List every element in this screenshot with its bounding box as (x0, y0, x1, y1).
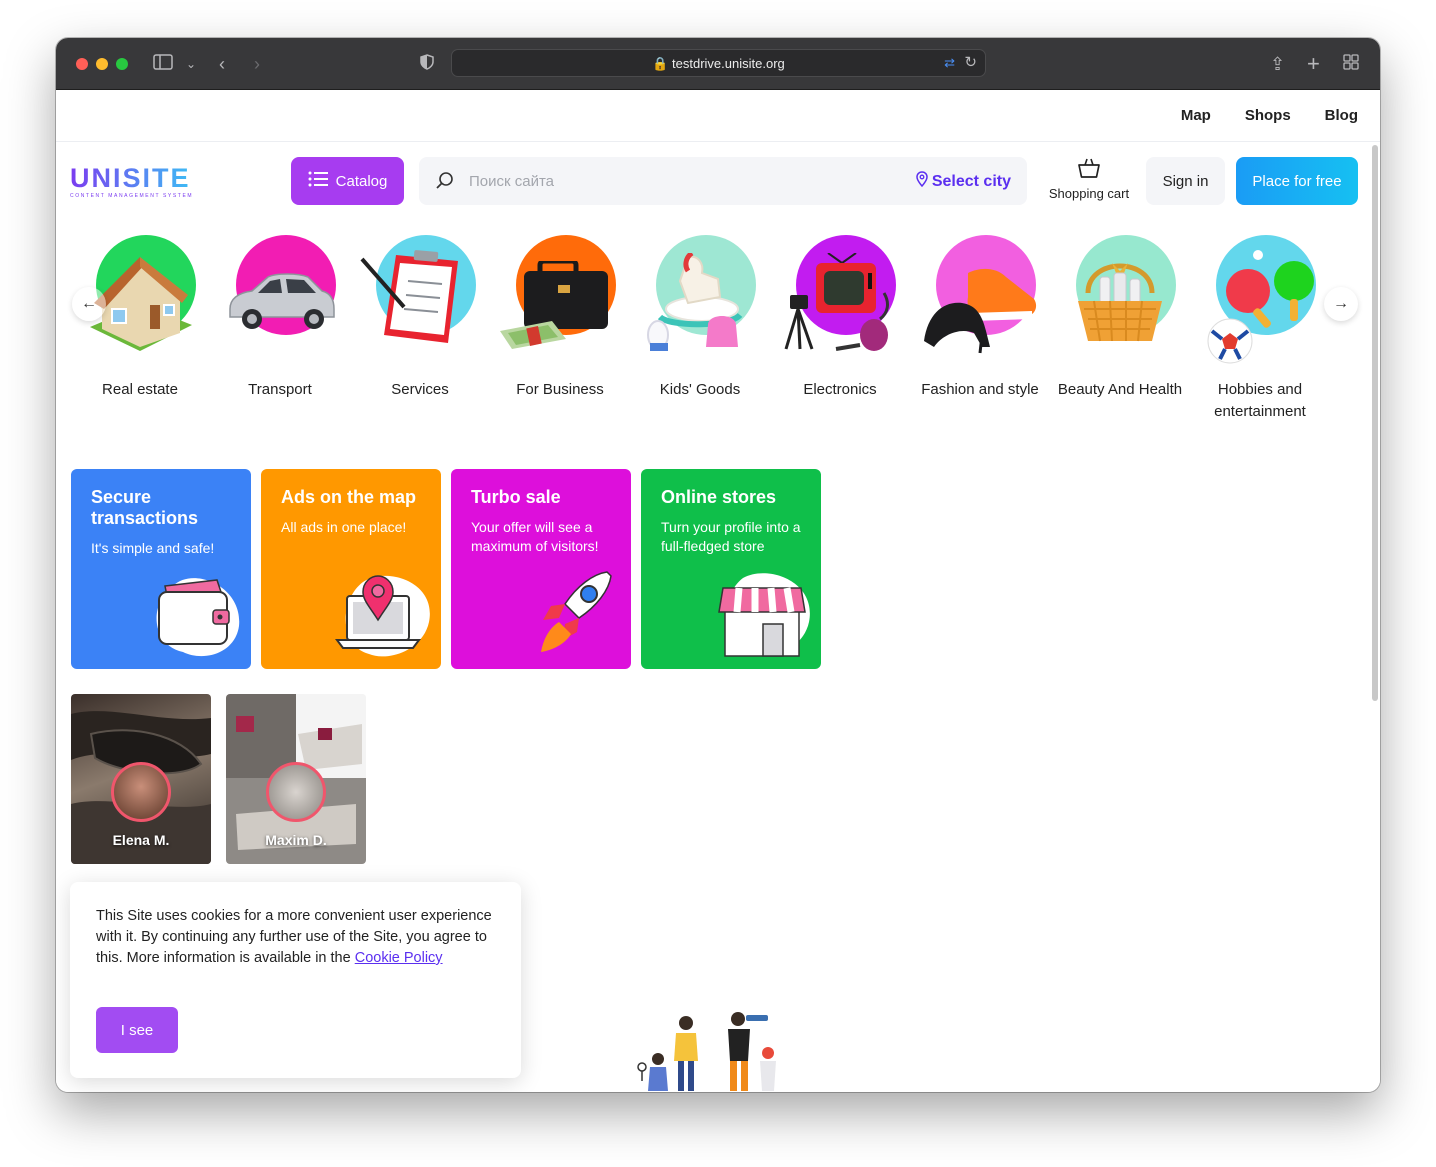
promo-subtitle: All ads in one place! (281, 519, 407, 535)
forward-icon[interactable]: › (254, 52, 260, 76)
laptop-map-pin-icon (335, 575, 430, 657)
promo-subtitle: It's simple and safe! (91, 540, 215, 556)
car-icon (220, 235, 340, 355)
category-label: Hobbies and entertainment (1214, 381, 1306, 420)
catalog-button[interactable]: Catalog (291, 157, 404, 205)
wallet-icon (156, 578, 240, 657)
shield-icon[interactable] (420, 52, 434, 76)
maximize-window-button[interactable] (116, 58, 128, 70)
cookie-accept-button[interactable]: I see (96, 1007, 178, 1053)
page: Map Shops Blog UNISITE CONTENT MANAGEMEN… (56, 91, 1380, 1092)
story-card[interactable]: Elena M. (71, 694, 211, 864)
new-tab-icon[interactable]: + (1307, 52, 1320, 76)
category-label: Transport (248, 381, 312, 398)
search-input[interactable] (469, 169, 889, 193)
shopping-basket-icon (1077, 158, 1101, 183)
clipboard-icon (360, 235, 480, 355)
browser-toolbar: ⌄ ‹ › 🔒 testdrive.unisite.org ⇄ ↻ ⇪ + (56, 38, 1380, 90)
promo-subtitle: Your offer will see a maximum of visitor… (471, 519, 599, 554)
promo-subtitle: Turn your profile into a full-fledged st… (661, 519, 801, 554)
minimize-window-button[interactable] (96, 58, 108, 70)
category-hobbies-and-entertainment[interactable]: Hobbies and entertainment (1190, 235, 1330, 423)
url-text: 🔒 testdrive.unisite.org (652, 56, 785, 71)
select-city-label: Select city (931, 172, 1011, 190)
category-label: Real estate (102, 381, 178, 398)
story-author-name: Maxim D. (265, 832, 327, 848)
logo-text: UNISITE (70, 163, 210, 193)
avatar (111, 762, 171, 822)
search-box: Select city (419, 157, 1027, 205)
cookie-text: This Site uses cookies for a more conven… (96, 908, 492, 966)
category-label: Kids' Goods (659, 381, 741, 398)
category-transport[interactable]: Transport (210, 235, 350, 401)
rocket-icon (541, 571, 612, 652)
reload-icon[interactable]: ↻ (964, 53, 977, 71)
carousel-prev-button[interactable]: ← (72, 287, 106, 321)
list-icon (308, 171, 328, 191)
cookie-policy-link[interactable]: Cookie Policy (355, 950, 443, 966)
shoes-icon (920, 235, 1040, 355)
tv-icon (780, 235, 900, 355)
category-carousel: Real estate Transport Services For Busin… (70, 235, 1358, 425)
location-pin-icon (916, 171, 928, 192)
nav-map-link[interactable]: Map (1181, 107, 1211, 124)
avatar (266, 762, 326, 822)
people-illustration (637, 1012, 776, 1091)
promo-turbo-sale[interactable]: Turbo sale Your offer will see a maximum… (451, 469, 631, 669)
tab-overview-icon[interactable] (1343, 52, 1359, 76)
category-label: For Business (516, 381, 604, 398)
storefront-icon (718, 573, 810, 657)
category-label: Services (391, 381, 449, 398)
category-beauty-and-health[interactable]: Beauty And Health (1050, 235, 1190, 401)
briefcase-icon (500, 235, 620, 355)
nav-blog-link[interactable]: Blog (1325, 107, 1358, 124)
select-city-button[interactable]: Select city (916, 171, 1011, 192)
shopping-cart-button[interactable]: Shopping cart (1039, 157, 1139, 205)
site-logo[interactable]: UNISITE CONTENT MANAGEMENT SYSTEM (70, 163, 210, 203)
browser-window: ⌄ ‹ › 🔒 testdrive.unisite.org ⇄ ↻ ⇪ + Ma… (56, 38, 1380, 1092)
story-author-name: Elena M. (112, 832, 170, 848)
promo-title: Turbo sale (471, 487, 561, 507)
ping-pong-icon (1200, 235, 1320, 364)
close-window-button[interactable] (76, 58, 88, 70)
logo-subtitle: CONTENT MANAGEMENT SYSTEM (70, 193, 194, 199)
gift-basket-icon (1060, 235, 1180, 355)
category-fashion-and-style[interactable]: Fashion and style (910, 235, 1050, 401)
cookie-banner: This Site uses cookies for a more conven… (70, 882, 521, 1078)
promo-secure-transactions[interactable]: Secure transactions It's simple and safe… (71, 469, 251, 669)
translate-icon[interactable]: ⇄ (944, 55, 955, 71)
carousel-next-button[interactable]: → (1324, 287, 1358, 321)
promo-online-stores[interactable]: Online stores Turn your profile into a f… (641, 469, 821, 669)
shopping-cart-label: Shopping cart (1048, 186, 1130, 201)
category-kids-goods[interactable]: Kids' Goods (630, 235, 770, 401)
category-electronics[interactable]: Electronics (770, 235, 910, 401)
promo-title: Ads on the map (281, 487, 417, 507)
category-label: Fashion and style (921, 381, 1039, 398)
search-icon (435, 171, 455, 191)
place-for-free-button[interactable]: Place for free (1236, 157, 1358, 205)
chevron-down-icon[interactable]: ⌄ (186, 52, 196, 76)
promo-title: Secure transactions (91, 487, 199, 528)
top-nav: Map Shops Blog (1181, 107, 1358, 124)
story-card[interactable]: Maxim D. (226, 694, 366, 864)
sidebar-icon[interactable] (153, 52, 173, 76)
category-label: Beauty And Health (1057, 381, 1183, 398)
category-for-business[interactable]: For Business (490, 235, 630, 401)
category-label: Electronics (803, 381, 877, 398)
address-bar[interactable]: 🔒 testdrive.unisite.org ⇄ ↻ (451, 49, 986, 77)
catalog-label: Catalog (335, 172, 388, 190)
rocking-horse-icon (640, 235, 760, 355)
divider (56, 141, 1380, 142)
nav-shops-link[interactable]: Shops (1245, 107, 1291, 124)
sign-in-button[interactable]: Sign in (1146, 157, 1225, 205)
category-services[interactable]: Services (350, 235, 490, 401)
share-icon[interactable]: ⇪ (1270, 52, 1285, 76)
promo-ads-on-the-map[interactable]: Ads on the map All ads in one place! (261, 469, 441, 669)
page-scrollbar[interactable] (1372, 145, 1378, 701)
promo-title: Online stores (661, 487, 777, 507)
back-icon[interactable]: ‹ (219, 52, 225, 76)
